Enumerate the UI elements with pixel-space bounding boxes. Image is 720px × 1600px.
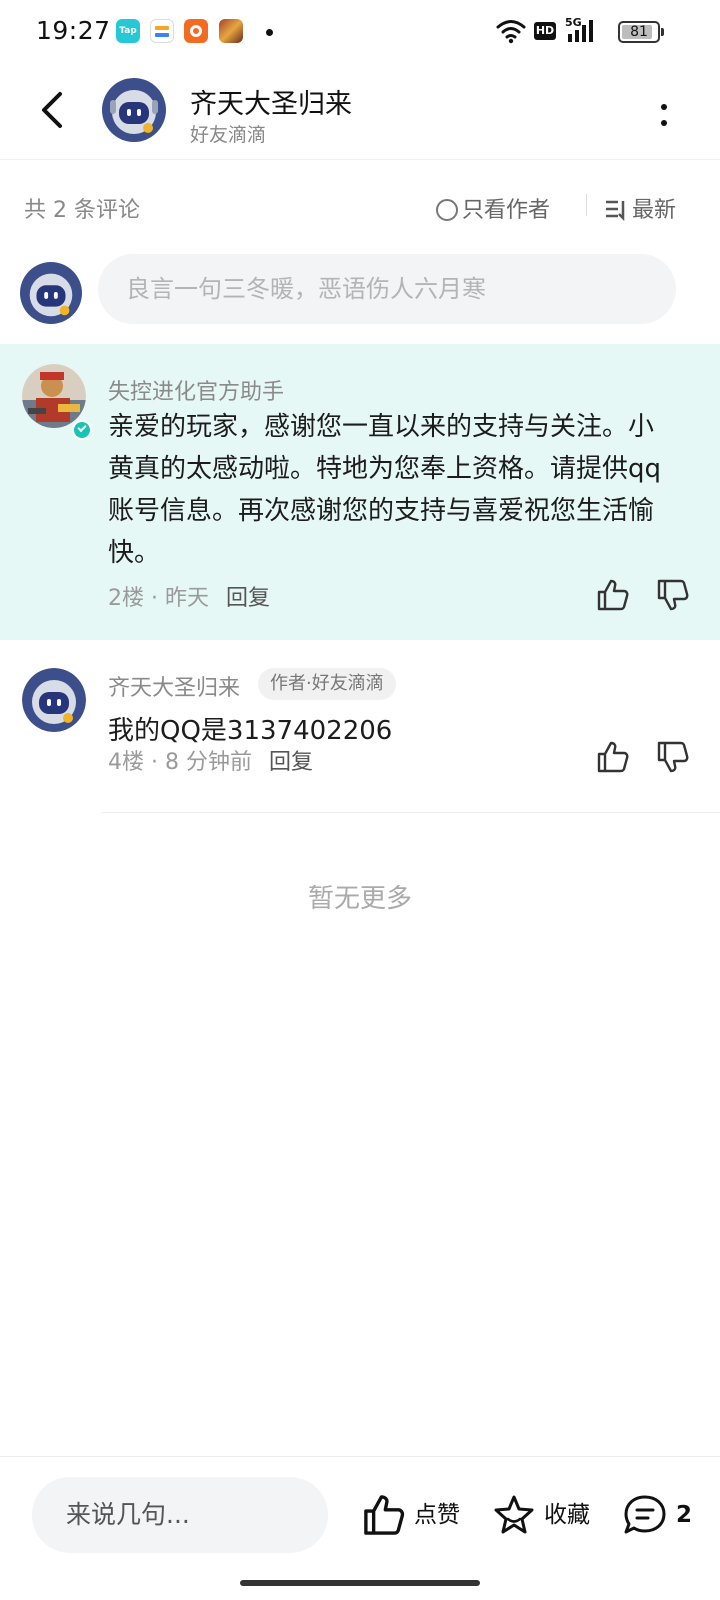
- comment-input[interactable]: [98, 254, 676, 324]
- header: 齐天大圣归来 好友滴滴: [0, 64, 720, 160]
- wallet-app-icon: [150, 19, 174, 43]
- comment-floor-time: 4楼 · 8 分钟前: [108, 750, 252, 775]
- signal-icon: [568, 20, 593, 42]
- reply-button[interactable]: 回复: [269, 750, 313, 775]
- sort-button[interactable]: 最新: [604, 192, 676, 224]
- home-indicator[interactable]: [240, 1580, 480, 1586]
- notification-dot-icon: [266, 29, 273, 36]
- no-more-text: 暂无更多: [307, 884, 412, 914]
- comment-item: 齐天大圣归来 作者·好友滴滴 我的QQ是3137402206 4楼 · 8 分钟…: [0, 640, 720, 812]
- page-subtitle: 好友滴滴: [190, 124, 267, 146]
- avatar[interactable]: [22, 668, 86, 732]
- verified-icon: [72, 420, 92, 440]
- tap-app-icon: Tap: [116, 19, 140, 43]
- comment-count-badge: 2: [676, 1502, 693, 1528]
- avatar[interactable]: [102, 78, 166, 142]
- wifi-icon: [496, 20, 526, 44]
- bottom-action-bar: 来说几句... 点赞 收藏 2: [0, 1456, 720, 1600]
- my-avatar: [20, 262, 82, 324]
- thumbs-down-icon[interactable]: [656, 578, 690, 612]
- more-options-icon[interactable]: [656, 100, 672, 132]
- author-only-toggle[interactable]: 只看作者: [436, 192, 550, 224]
- avatar[interactable]: [22, 364, 86, 428]
- like-label: 点赞: [414, 1502, 460, 1528]
- sort-label: 最新: [632, 198, 677, 223]
- comment-meta: 2楼 · 昨天 回复: [108, 580, 270, 612]
- thumbs-down-icon[interactable]: [656, 740, 690, 774]
- back-arrow-icon[interactable]: [36, 90, 72, 130]
- divider: [586, 194, 587, 216]
- comment-count: 共 2 条评论: [24, 198, 140, 223]
- status-time: 19:27: [36, 16, 111, 45]
- game-app-icon: [219, 19, 243, 43]
- comment-author[interactable]: 失控进化官方助手: [108, 374, 284, 406]
- author-only-label: 只看作者: [462, 198, 551, 223]
- star-icon: [494, 1495, 534, 1534]
- battery-level: 81: [630, 24, 648, 40]
- thumbs-up-icon[interactable]: [596, 740, 630, 774]
- divider: [102, 812, 720, 813]
- thumbs-up-icon[interactable]: [596, 578, 630, 612]
- favorite-button[interactable]: 收藏: [492, 1493, 592, 1537]
- comments-button[interactable]: 2: [622, 1493, 692, 1537]
- page-title: 齐天大圣归来: [190, 89, 352, 120]
- comment-bubble-icon: [624, 1495, 666, 1534]
- comments-toolbar: 共 2 条评论 只看作者 最新: [0, 186, 720, 230]
- comment-text: 亲爱的玩家，感谢您一直以来的支持与关注。小黄真的太感动啦。特地为您奉上资格。请提…: [108, 412, 662, 568]
- comment-meta: 4楼 · 8 分钟前 回复: [108, 744, 313, 776]
- sort-icon: [606, 200, 625, 222]
- comment-item: 失控进化官方助手 亲爱的玩家，感谢您一直以来的支持与关注。小黄真的太感动啦。特地…: [0, 344, 720, 640]
- comment-author[interactable]: 齐天大圣归来: [108, 670, 240, 702]
- video-app-icon: [184, 19, 208, 43]
- bottom-comment-input[interactable]: 来说几句...: [32, 1477, 328, 1553]
- status-bar: 19:27 Tap HD 5G 81: [0, 0, 720, 64]
- thumbs-up-icon: [364, 1495, 405, 1535]
- battery-icon: 81: [618, 21, 664, 43]
- comment-floor-time: 2楼 · 昨天: [108, 586, 209, 611]
- radio-circle-icon: [436, 199, 458, 221]
- favorite-label: 收藏: [544, 1502, 590, 1528]
- like-button[interactable]: 点赞: [362, 1493, 462, 1537]
- hd-badge: HD: [534, 22, 556, 40]
- author-tag: 作者·好友滴滴: [258, 668, 396, 700]
- reply-button[interactable]: 回复: [226, 586, 270, 611]
